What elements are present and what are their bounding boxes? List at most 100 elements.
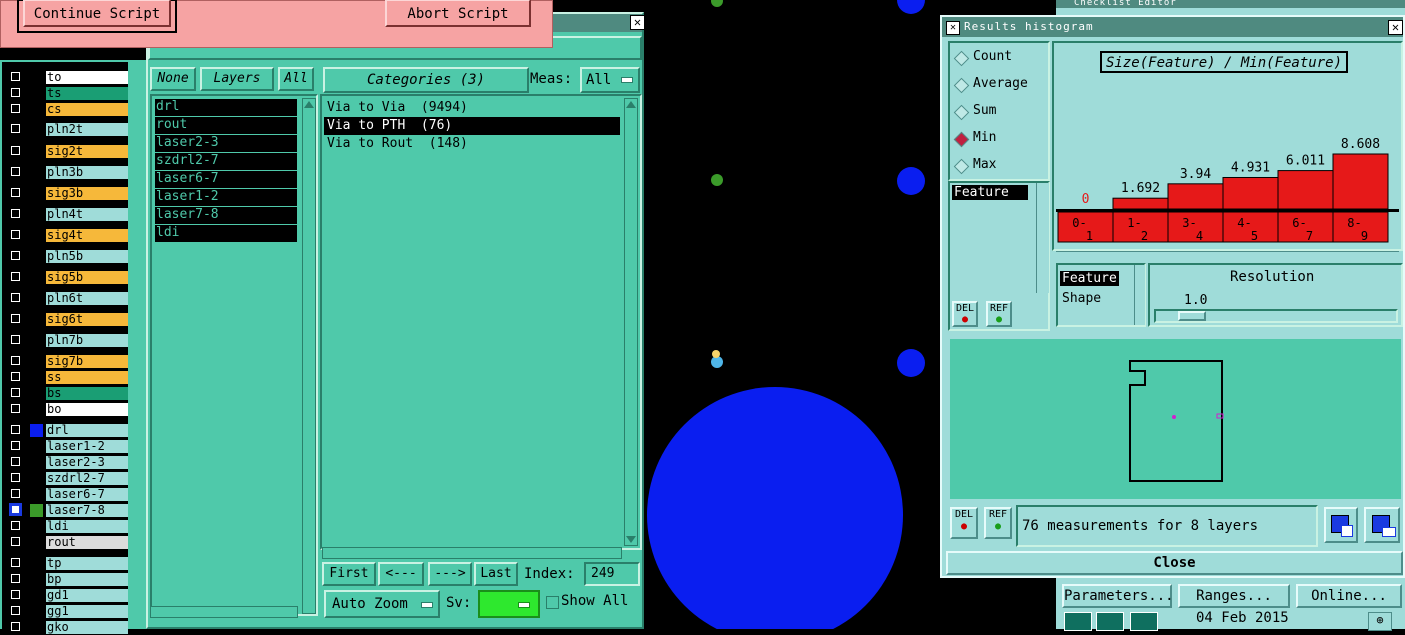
layer-color-swatch[interactable] bbox=[30, 355, 43, 368]
layer-row[interactable]: to bbox=[6, 70, 128, 85]
continue-script-button[interactable]: Continue Script bbox=[23, 0, 171, 27]
layer-row[interactable]: rout bbox=[6, 535, 128, 550]
layer-color-swatch[interactable] bbox=[30, 103, 43, 116]
layer-color-swatch[interactable] bbox=[30, 440, 43, 453]
index-input[interactable]: 249 bbox=[584, 562, 640, 586]
categories-vertical-scrollbar[interactable] bbox=[624, 98, 638, 546]
resolution-list-scrollbar[interactable] bbox=[1134, 265, 1145, 325]
layers-button[interactable]: Layers bbox=[200, 67, 274, 91]
action-icon[interactable] bbox=[1064, 612, 1092, 631]
action-icon[interactable] bbox=[1130, 612, 1158, 631]
close-icon[interactable]: ✕ bbox=[630, 15, 645, 30]
ref-button[interactable]: REF ● bbox=[984, 507, 1012, 539]
last-button[interactable]: Last bbox=[474, 562, 518, 586]
category-item[interactable]: Via to Rout (148) bbox=[324, 135, 620, 153]
layer-row[interactable]: pln2t bbox=[6, 122, 128, 137]
layer-visibility-checkbox[interactable] bbox=[11, 574, 20, 583]
layer-color-swatch[interactable] bbox=[30, 456, 43, 469]
layer-visibility-checkbox[interactable] bbox=[11, 441, 20, 450]
layer-color-swatch[interactable] bbox=[30, 187, 43, 200]
layer-visibility-checkbox[interactable] bbox=[11, 124, 20, 133]
layer-color-swatch[interactable] bbox=[30, 387, 43, 400]
layer-visibility-checkbox[interactable] bbox=[11, 457, 20, 466]
result-layer-item[interactable]: szdrl2-7 bbox=[155, 153, 297, 170]
layer-visibility-checkbox[interactable] bbox=[11, 489, 20, 498]
layer-visibility-checkbox[interactable] bbox=[11, 622, 20, 631]
result-layer-item[interactable]: laser2-3 bbox=[155, 135, 297, 152]
layer-color-swatch[interactable] bbox=[30, 589, 43, 602]
layer-row[interactable]: laser7-8 bbox=[6, 503, 128, 518]
layers-all-button[interactable]: All bbox=[278, 67, 314, 91]
feature-list-item[interactable]: Feature bbox=[952, 185, 1028, 200]
layer-row[interactable]: bs bbox=[6, 386, 128, 401]
layer-row[interactable]: gko bbox=[6, 620, 128, 635]
meas-dropdown[interactable]: All bbox=[580, 67, 640, 93]
next-button[interactable]: ---> bbox=[428, 562, 472, 586]
first-button[interactable]: First bbox=[322, 562, 376, 586]
mode-radio-min[interactable] bbox=[953, 131, 970, 148]
layer-color-swatch[interactable] bbox=[30, 621, 43, 634]
categories-horizontal-scrollbar[interactable] bbox=[322, 547, 622, 559]
layer-visibility-checkbox[interactable] bbox=[11, 230, 20, 239]
layer-visibility-checkbox[interactable] bbox=[11, 104, 20, 113]
layer-color-swatch[interactable] bbox=[30, 145, 43, 158]
layer-row[interactable]: ldi bbox=[6, 519, 128, 534]
layer-row[interactable]: pln6t bbox=[6, 291, 128, 306]
layer-visibility-checkbox[interactable] bbox=[11, 314, 20, 323]
layer-row[interactable]: laser6-7 bbox=[6, 487, 128, 502]
layer-color-swatch[interactable] bbox=[30, 250, 43, 263]
layer-color-swatch[interactable] bbox=[30, 573, 43, 586]
mode-radio-count[interactable] bbox=[953, 50, 970, 67]
layer-visibility-checkbox[interactable] bbox=[11, 521, 20, 530]
layer-color-swatch[interactable] bbox=[30, 166, 43, 179]
parameters-button[interactable]: Parameters... bbox=[1062, 584, 1174, 608]
layer-visibility-checkbox[interactable] bbox=[11, 72, 20, 81]
layer-row[interactable]: drl bbox=[6, 423, 128, 438]
mode-radio-max[interactable] bbox=[953, 158, 970, 175]
layer-visibility-checkbox[interactable] bbox=[11, 251, 20, 260]
layer-visibility-checkbox[interactable] bbox=[11, 293, 20, 302]
layer-row[interactable]: ts bbox=[6, 86, 128, 101]
layer-row[interactable]: sig4t bbox=[6, 228, 128, 243]
layer-color-swatch[interactable] bbox=[30, 371, 43, 384]
result-layer-item[interactable]: laser1-2 bbox=[155, 189, 297, 206]
layer-row[interactable]: sig6t bbox=[6, 312, 128, 327]
layers-horizontal-scrollbar[interactable] bbox=[150, 606, 298, 618]
layer-color-swatch[interactable] bbox=[30, 472, 43, 485]
layer-color-swatch[interactable] bbox=[30, 605, 43, 618]
layer-visibility-checkbox[interactable] bbox=[11, 88, 20, 97]
layer-color-swatch[interactable] bbox=[30, 271, 43, 284]
resolution-slider-thumb[interactable] bbox=[1178, 311, 1206, 321]
layer-visibility-checkbox[interactable] bbox=[11, 146, 20, 155]
layer-visibility-checkbox[interactable] bbox=[11, 606, 20, 615]
layer-row[interactable]: gg1 bbox=[6, 604, 128, 619]
layer-visibility-checkbox[interactable] bbox=[11, 404, 20, 413]
categories-button[interactable]: Categories (3) bbox=[323, 67, 529, 93]
layer-color-swatch[interactable] bbox=[30, 208, 43, 221]
layer-color-swatch[interactable] bbox=[30, 536, 43, 549]
layer-visibility-checkbox[interactable] bbox=[11, 558, 20, 567]
layer-visibility-checkbox[interactable] bbox=[11, 356, 20, 365]
layer-visibility-checkbox[interactable] bbox=[9, 503, 22, 516]
layer-visibility-checkbox[interactable] bbox=[11, 372, 20, 381]
layer-color-swatch[interactable] bbox=[30, 123, 43, 136]
layer-color-swatch[interactable] bbox=[30, 504, 43, 517]
layer-color-swatch[interactable] bbox=[30, 71, 43, 84]
layer-row[interactable]: gd1 bbox=[6, 588, 128, 603]
layer-row[interactable]: szdrl2-7 bbox=[6, 471, 128, 486]
layers-vertical-scrollbar[interactable] bbox=[302, 98, 316, 614]
layer-row[interactable]: bo bbox=[6, 402, 128, 417]
layer-row[interactable]: cs bbox=[6, 102, 128, 117]
layer-row[interactable]: pln5b bbox=[6, 249, 128, 264]
layer-visibility-checkbox[interactable] bbox=[11, 473, 20, 482]
sv-color-dropdown[interactable] bbox=[478, 590, 540, 618]
mode-radio-average[interactable] bbox=[953, 77, 970, 94]
window-menu-icon[interactable]: ✕ bbox=[946, 21, 960, 35]
close-icon[interactable]: ✕ bbox=[1388, 20, 1403, 35]
layer-color-swatch[interactable] bbox=[30, 488, 43, 501]
layer-row[interactable]: tp bbox=[6, 556, 128, 571]
prev-button[interactable]: <--- bbox=[378, 562, 424, 586]
layer-row[interactable]: bp bbox=[6, 572, 128, 587]
result-layer-item[interactable]: rout bbox=[155, 117, 297, 134]
layers-none-button[interactable]: None bbox=[150, 67, 196, 91]
